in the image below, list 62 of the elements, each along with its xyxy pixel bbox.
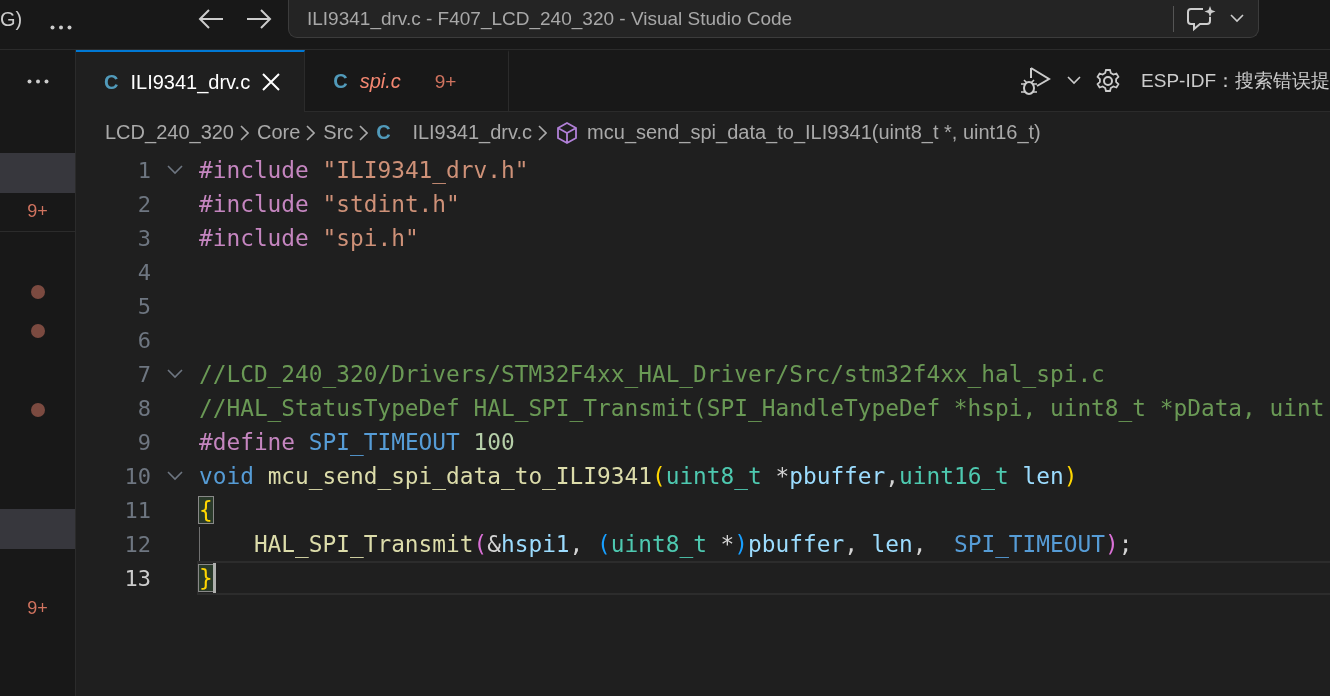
tab-label: spi.c (359, 70, 401, 93)
c-file-icon: C (376, 121, 391, 144)
sidebar-row[interactable]: 9+ (0, 588, 75, 629)
status-dot (30, 324, 45, 339)
chevron-right-icon (240, 124, 249, 141)
code-line: #include "stdint.h" (199, 190, 460, 219)
problem-count: 9+ (27, 597, 48, 619)
chevron-down-icon[interactable] (1067, 76, 1082, 85)
close-icon[interactable] (262, 73, 281, 91)
line-number: 1 (136, 157, 151, 183)
code-line: //LCD_240_320/Drivers/STM32F4xx_HAL_Driver/Src/stm32f4xx_hal_spi.c (199, 360, 1105, 390)
line-number: 4 (136, 259, 151, 285)
line-number: 10 (123, 463, 151, 489)
chevron-right-icon (359, 124, 369, 141)
back-arrow-icon[interactable] (198, 8, 224, 30)
breadcrumb-item[interactable]: Core (257, 121, 301, 144)
chevron-right-icon (538, 124, 548, 141)
menu-label[interactable]: G) (0, 0, 24, 31)
code-line: HAL_SPI_Transmit(&hspi1, (uint8_t *)pbuffer, len, SPI_TIMEOUT); (253, 530, 1133, 560)
forward-arrow-icon[interactable] (246, 8, 272, 30)
status-dot (30, 403, 45, 418)
code-line: #include "ILI9341_drv.h" (199, 156, 529, 186)
command-center[interactable]: ILI9341_drv.c - F407_LCD_240_320 - Visual Studio Code (288, 0, 1259, 38)
breadcrumb-item[interactable]: mcu_send_spi_data_to_ILI9341(uint8_t *, uint16_t) (587, 121, 1041, 144)
more-icon[interactable] (50, 25, 72, 30)
line-number: 9 (136, 429, 151, 455)
esp-idf-search-label[interactable]: ESP-IDF：搜索错误提 (1141, 67, 1330, 94)
code-line: //HAL_StatusTypeDef HAL_SPI_Transmit(SPI_HandleTypeDef *hspi, uint8_t *pData, uint (199, 394, 1325, 424)
editor-tab[interactable]: C spi.c 9+ (305, 50, 510, 111)
line-number: 11 (123, 497, 151, 523)
line-number: 12 (123, 531, 151, 557)
chevron-down-icon[interactable] (1230, 14, 1244, 23)
cube-icon (555, 120, 580, 145)
breadcrumb-item[interactable]: LCD_240_320 (105, 121, 234, 144)
tab-label: ILI9341_drv.c (130, 70, 251, 94)
line-number: 5 (136, 293, 151, 319)
problem-count: 9+ (27, 201, 48, 223)
text-cursor (212, 563, 216, 593)
breadcrumb-item[interactable]: ILI9341_drv.c (412, 121, 533, 144)
settings-icon[interactable] (1095, 67, 1122, 94)
status-dot (30, 284, 45, 299)
c-file-icon: C (104, 70, 119, 94)
code-line: #include "spi.h" (199, 224, 419, 253)
fold-chevron-icon[interactable] (167, 369, 183, 379)
editor-tab[interactable]: C ILI9341_drv.c (76, 50, 306, 112)
chevron-right-icon (306, 124, 316, 141)
line-number: 6 (136, 327, 151, 353)
more-icon[interactable] (26, 78, 49, 84)
code-line: void mcu_send_spi_data_to_ILI9341(uint8_t *pbuffer,uint16_t len) (199, 462, 1078, 492)
line-number: 8 (136, 395, 151, 421)
line-number: 7 (136, 361, 151, 387)
fold-chevron-icon[interactable] (167, 165, 183, 175)
fold-chevron-icon[interactable] (167, 471, 183, 481)
code-line: #define SPI_TIMEOUT 100 (199, 428, 515, 458)
c-file-icon: C (333, 70, 348, 93)
line-number: 3 (136, 225, 151, 251)
problem-count: 9+ (434, 70, 457, 93)
breadcrumb-item[interactable]: Src (323, 121, 354, 144)
chat-sparkle-icon[interactable] (1186, 4, 1216, 33)
sidebar-row[interactable]: 9+ (0, 192, 75, 233)
line-number: 2 (136, 191, 151, 217)
line-number: 13 (123, 565, 151, 591)
